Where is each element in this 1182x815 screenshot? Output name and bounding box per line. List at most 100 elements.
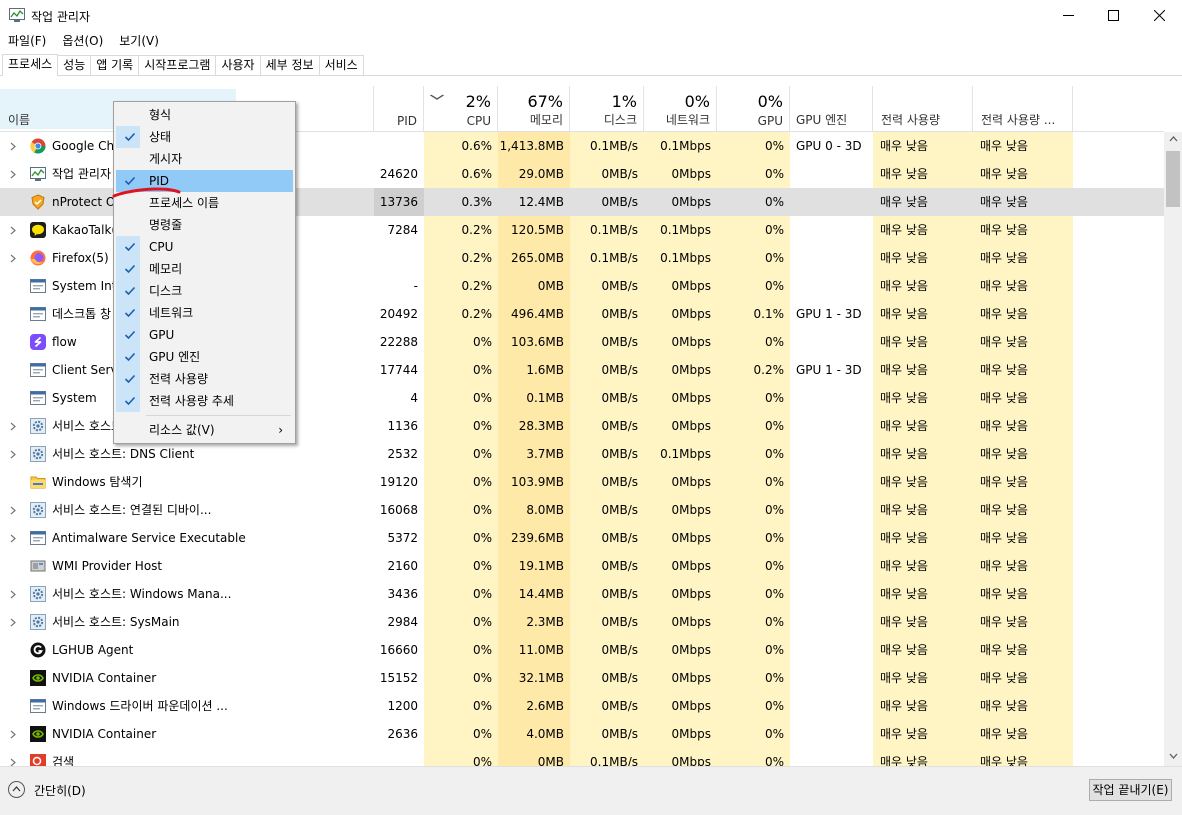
context-menu-item[interactable]: GPU 엔진 — [116, 346, 293, 368]
cell-gpu: 0% — [764, 167, 784, 181]
nprotect-icon — [30, 194, 46, 210]
table-row[interactable]: WMI Provider Host 2160 0% 19.1MB 0MB/s 0Mbps 0… — [0, 552, 1164, 580]
gear-icon — [30, 418, 46, 434]
cell-memory: 0.1MB — [526, 391, 564, 405]
table-row[interactable]: Windows 탐색기 19120 0% 103.9MB 0MB/s 0Mbps 0% 매우 … — [0, 468, 1164, 496]
cell-network: 0Mbps — [671, 167, 711, 181]
table-row[interactable]: 서비스 호스트: 연결된 디바이... 16068 0% 8.0MB 0MB/s 0Mbp… — [0, 496, 1164, 524]
column-header-memory[interactable]: 67% 메모리 — [498, 86, 570, 132]
maximize-icon — [1107, 9, 1119, 21]
column-label-network: 네트워크 — [665, 113, 710, 127]
cell-gpu: 0.1% — [753, 307, 785, 321]
context-menu-item[interactable]: 메모리 — [116, 258, 293, 280]
menu-options[interactable]: 옵션(O) — [54, 31, 111, 51]
cell-power: 매우 낮음 — [880, 447, 928, 461]
context-menu-item[interactable]: 디스크 — [116, 280, 293, 302]
cell-gpu-engine: GPU 0 - 3D — [796, 139, 862, 153]
fewer-details-button[interactable]: 간단히(D) — [34, 782, 86, 799]
checkmark-icon — [124, 280, 138, 302]
column-header-gpu-engine[interactable]: GPU 엔진 — [790, 86, 873, 132]
context-menu-item[interactable]: 게시자 — [116, 148, 293, 170]
cell-pid: 22288 — [379, 335, 418, 349]
tab-services[interactable]: 서비스 — [318, 55, 364, 76]
table-row[interactable]: 검색 0% 0MB 0.1MB/s 0Mbps 0% 매우 낮음 매우 낮음 — [0, 748, 1164, 766]
end-task-button[interactable]: 작업 끝내기(E) — [1089, 779, 1172, 801]
tab-processes[interactable]: 프로세스 — [2, 54, 59, 76]
process-name: 서비스 호스트: 연결된 디바이... — [52, 503, 212, 517]
expand-chevron-icon[interactable] — [10, 132, 16, 160]
tab-users[interactable]: 사용자 — [215, 55, 261, 76]
cell-gpu: 0% — [764, 643, 784, 657]
expand-chevron-icon[interactable] — [10, 160, 16, 188]
cell-power-trend: 매우 낮음 — [980, 699, 1028, 713]
cell-power-trend: 매우 낮음 — [980, 503, 1028, 517]
cell-gpu-engine — [796, 608, 873, 636]
cell-gpu-engine — [796, 580, 873, 608]
maximize-button[interactable] — [1090, 0, 1136, 30]
cpu-total: 2% — [465, 92, 491, 111]
context-menu-label: 리소스 값(V) — [149, 423, 215, 437]
context-menu-resource-values[interactable]: 리소스 값(V) › — [116, 419, 293, 441]
tab-app-history[interactable]: 앱 기록 — [90, 55, 140, 76]
table-row[interactable]: Windows 드라이버 파운데이션 ... 1200 0% 2.6MB 0MB/s 0M… — [0, 692, 1164, 720]
context-menu-item[interactable]: 전력 사용량 추세 — [116, 390, 293, 412]
cell-power-trend: 매우 낮음 — [980, 475, 1028, 489]
process-name: NVIDIA Container — [52, 727, 157, 741]
column-header-network[interactable]: 0% 네트워크 — [644, 86, 717, 132]
tab-performance[interactable]: 성능 — [57, 55, 92, 76]
tab-startup[interactable]: 시작프로그램 — [138, 55, 217, 76]
table-row[interactable]: 서비스 호스트: Windows Mana... 3436 0% 14.4MB 0MB/… — [0, 580, 1164, 608]
context-menu-item[interactable]: 명령줄 — [116, 214, 293, 236]
context-menu-item[interactable]: 상태 — [116, 126, 293, 148]
expand-chevron-icon[interactable] — [10, 244, 16, 272]
expand-chevron-icon[interactable] — [10, 720, 16, 748]
expand-chevron-icon[interactable] — [10, 580, 16, 608]
table-row[interactable]: LGHUB Agent 16660 0% 11.0MB 0MB/s 0Mbps 0% 매우 낮… — [0, 636, 1164, 664]
expand-chevron-icon[interactable] — [10, 496, 16, 524]
column-header-cpu[interactable]: 2% CPU — [424, 86, 498, 132]
column-header-pid[interactable]: PID — [374, 86, 424, 132]
expand-chevron-icon[interactable] — [10, 440, 16, 468]
cell-disk: 0MB/s — [601, 727, 638, 741]
context-menu-label: 상태 — [149, 130, 172, 144]
context-menu-item[interactable]: 전력 사용량 — [116, 368, 293, 390]
context-menu-item[interactable]: 네트워크 — [116, 302, 293, 324]
cell-memory: 12.4MB — [518, 195, 564, 209]
column-label-disk: 디스크 — [603, 113, 637, 127]
process-name: System — [52, 391, 97, 405]
menu-view[interactable]: 보기(V) — [111, 31, 167, 51]
close-button[interactable] — [1136, 0, 1182, 30]
context-menu-label: 명령줄 — [149, 218, 183, 232]
vertical-scrollbar[interactable] — [1164, 132, 1182, 766]
scroll-up-button[interactable] — [1164, 132, 1182, 149]
scroll-thumb[interactable] — [1166, 151, 1180, 207]
table-row[interactable]: NVIDIA Container 15152 0% 32.1MB 0MB/s 0Mbps 0… — [0, 664, 1164, 692]
scroll-down-button[interactable] — [1164, 749, 1182, 766]
context-menu-item[interactable]: GPU — [116, 324, 293, 346]
expand-chevron-icon[interactable] — [10, 412, 16, 440]
cell-gpu: 0% — [764, 615, 784, 629]
cell-gpu: 0% — [764, 755, 784, 766]
expand-chevron-icon[interactable] — [10, 748, 16, 766]
context-menu-item[interactable]: CPU — [116, 236, 293, 258]
column-header-power-trend[interactable]: 전력 사용량 ... — [973, 86, 1073, 132]
expand-chevron-icon[interactable] — [10, 524, 16, 552]
context-menu-item[interactable]: 형식 — [116, 104, 293, 126]
column-label-power: 전력 사용량 — [881, 113, 941, 127]
column-header-gpu[interactable]: 0% GPU — [717, 86, 790, 132]
cell-power-trend: 매우 낮음 — [980, 223, 1028, 237]
expand-chevron-icon[interactable] — [10, 216, 16, 244]
fewer-details-icon[interactable] — [8, 781, 25, 798]
column-header-disk[interactable]: 1% 디스크 — [570, 86, 644, 132]
chevron-up-icon — [12, 786, 21, 792]
column-header-power[interactable]: 전력 사용량 — [873, 86, 973, 132]
table-row[interactable]: 서비스 호스트: SysMain 2984 0% 2.3MB 0MB/s 0Mbps 0% 매… — [0, 608, 1164, 636]
expand-chevron-icon[interactable] — [10, 608, 16, 636]
taskmgr-icon — [30, 166, 46, 182]
menu-file[interactable]: 파일(F) — [0, 31, 54, 51]
table-row[interactable]: 서비스 호스트: DNS Client 2532 0% 3.7MB 0MB/s 0.1Mb… — [0, 440, 1164, 468]
tab-details[interactable]: 세부 정보 — [259, 55, 320, 76]
table-row[interactable]: NVIDIA Container 2636 0% 4.0MB 0MB/s 0Mbps 0% 매… — [0, 720, 1164, 748]
table-row[interactable]: Antimalware Service Executable 5372 0% 239.… — [0, 524, 1164, 552]
minimize-button[interactable] — [1045, 0, 1091, 30]
